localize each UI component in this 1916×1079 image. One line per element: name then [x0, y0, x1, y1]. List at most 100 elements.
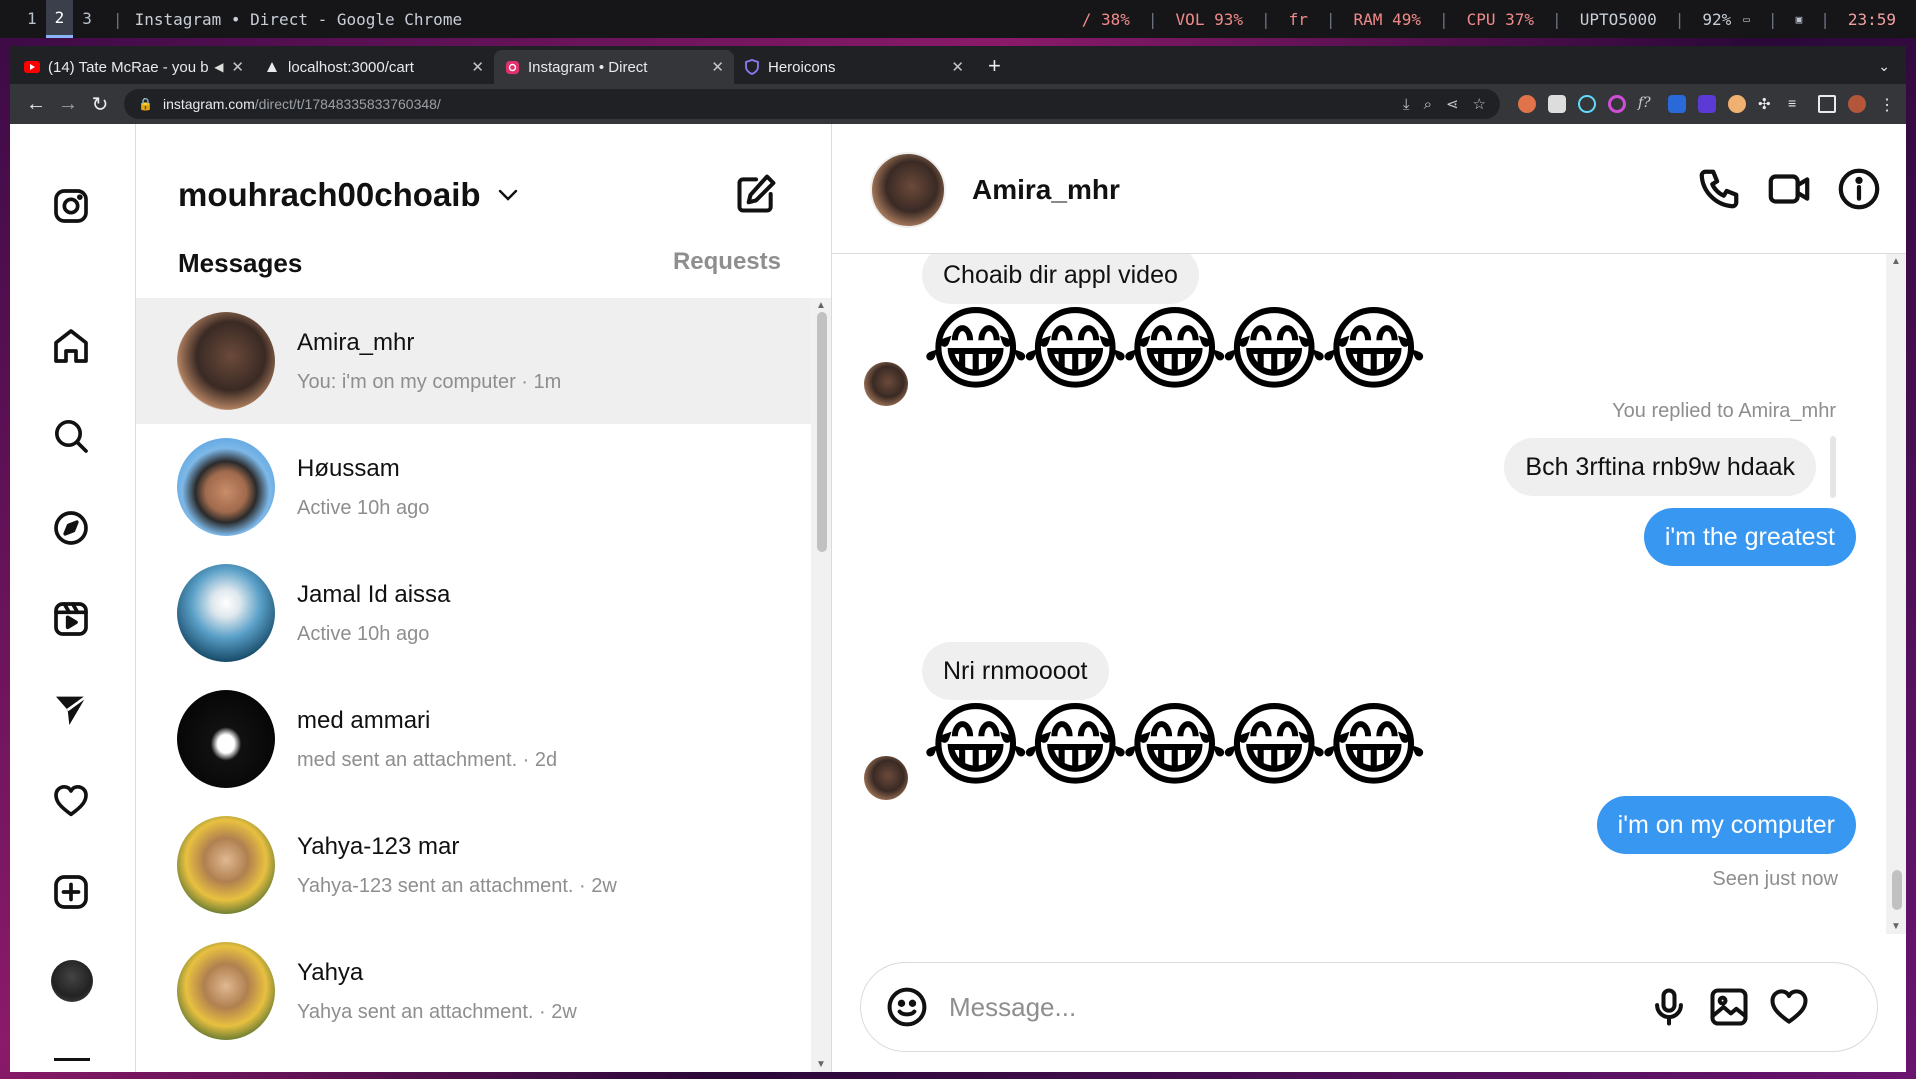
avatar: [177, 312, 275, 410]
info-icon[interactable]: [1836, 166, 1882, 212]
sender-avatar[interactable]: [864, 362, 908, 406]
video-call-icon[interactable]: [1766, 166, 1812, 212]
tab-localhost[interactable]: localhost:3000/cart ✕: [254, 50, 494, 84]
sender-avatar[interactable]: [864, 756, 908, 800]
side-panel-icon[interactable]: [1818, 95, 1836, 113]
browser-chrome: (14) Tate McRae - you b ◀︎ ✕ localhost:3…: [10, 46, 1906, 124]
conversation-item-med[interactable]: med ammari med sent an attachment. · 2d: [136, 676, 812, 802]
share-icon[interactable]: ⋖: [1446, 95, 1459, 113]
more-menu-icon[interactable]: [54, 1058, 90, 1061]
tab-search-chevron-icon[interactable]: ⌄: [1878, 50, 1890, 84]
font-icon[interactable]: f?: [1638, 95, 1656, 113]
instagram-page: mouhrach00choaib Messages Requests Amira…: [10, 124, 1906, 1072]
requests-link[interactable]: Requests: [673, 248, 781, 276]
extension-icon[interactable]: [1518, 95, 1536, 113]
direct-send-icon[interactable]: [49, 688, 93, 732]
keyboard-layout: fr: [1288, 9, 1308, 29]
chat-contact-name[interactable]: Amira_mhr: [972, 174, 1120, 206]
new-tab-button[interactable]: +: [988, 50, 1001, 84]
extension-icon[interactable]: [1728, 95, 1746, 113]
phone-call-icon[interactable]: [1696, 166, 1742, 212]
conversation-name: Jamal Id aissa: [297, 580, 451, 608]
instagram-logo-icon[interactable]: [49, 184, 93, 228]
conversation-item-amira[interactable]: Amira_mhr You: i'm on my computer · 1m: [136, 298, 812, 424]
workspace-2[interactable]: 2: [45, 0, 74, 38]
shield-icon: [744, 59, 760, 75]
system-bar: 1 2 3 | Instagram • Direct - Google Chro…: [0, 0, 1916, 38]
emoji-message[interactable]: 😂😂😂😂😂: [922, 300, 1427, 400]
conversation-scrollbar[interactable]: ▲ ▼: [811, 298, 831, 1072]
react-icon[interactable]: [1578, 95, 1596, 113]
kebab-menu-icon[interactable]: ⋮: [1878, 95, 1896, 114]
explore-compass-icon[interactable]: [49, 506, 93, 550]
speaker-icon[interactable]: ◀︎: [214, 60, 223, 74]
conversation-item-houssam[interactable]: Høussam Active 10h ago: [136, 424, 812, 550]
outgoing-message[interactable]: i'm the greatest: [1643, 508, 1856, 566]
search-icon[interactable]: [49, 414, 93, 458]
tab-heroicons[interactable]: Heroicons ✕: [734, 50, 974, 84]
messages-heading: Messages: [178, 248, 303, 278]
thread-scrollbar[interactable]: ▲ ▼: [1886, 254, 1906, 934]
heart-like-icon[interactable]: [1767, 985, 1811, 1029]
close-tab-icon[interactable]: ✕: [951, 58, 964, 76]
forward-arrow-icon[interactable]: →: [52, 93, 84, 116]
workspace-3[interactable]: 3: [73, 0, 101, 38]
reading-list-icon[interactable]: ≡: [1788, 95, 1806, 113]
scroll-down-icon[interactable]: ▼: [816, 1059, 826, 1070]
install-icon[interactable]: ⤓: [1403, 96, 1410, 113]
back-arrow-icon[interactable]: ←: [20, 93, 52, 116]
volume: VOL 93%: [1175, 9, 1243, 29]
extension-icon[interactable]: [1698, 95, 1716, 113]
conversation-list: Amira_mhr You: i'm on my computer · 1m H…: [136, 298, 812, 1072]
conversation-item-yahya[interactable]: Yahya Yahya sent an attachment. · 2w: [136, 928, 812, 1054]
emoji-picker-icon[interactable]: [885, 985, 929, 1029]
profile-avatar[interactable]: [51, 960, 93, 1002]
scroll-up-icon[interactable]: ▲: [1891, 256, 1901, 267]
inbox-panel: mouhrach00choaib Messages Requests Amira…: [136, 124, 832, 1072]
bookmark-star-icon[interactable]: ☆: [1473, 95, 1486, 113]
reels-icon[interactable]: [49, 597, 93, 641]
chevron-down-icon: [498, 189, 517, 201]
profile-avatar-icon[interactable]: [1848, 95, 1866, 113]
tab-instagram[interactable]: Instagram • Direct ✕: [494, 50, 734, 84]
emoji-message[interactable]: 😂😂😂😂😂: [922, 696, 1427, 796]
zoom-icon[interactable]: ⌕: [1424, 96, 1432, 113]
outgoing-message[interactable]: i'm on my computer: [1596, 796, 1856, 854]
avatar: [177, 816, 275, 914]
scroll-thumb[interactable]: [817, 312, 827, 552]
scroll-down-icon[interactable]: ▼: [1891, 921, 1901, 932]
extension-icon[interactable]: [1548, 95, 1566, 113]
microphone-icon[interactable]: [1647, 985, 1691, 1029]
extension-icon[interactable]: [1668, 95, 1686, 113]
hostname: UPTO5000: [1579, 9, 1657, 29]
message-input[interactable]: [949, 985, 1629, 1029]
close-tab-icon[interactable]: ✕: [231, 58, 244, 76]
new-message-icon[interactable]: [734, 172, 778, 216]
workspace-1[interactable]: 1: [18, 0, 46, 38]
chat-header: Amira_mhr: [832, 124, 1906, 254]
image-upload-icon[interactable]: [1707, 985, 1751, 1029]
close-tab-icon[interactable]: ✕: [471, 58, 484, 76]
conversation-name: Yahya: [297, 958, 364, 986]
heart-notifications-icon[interactable]: [49, 779, 93, 823]
scroll-up-icon[interactable]: ▲: [816, 300, 826, 311]
extension-icon[interactable]: [1608, 95, 1626, 113]
address-bar[interactable]: 🔒 instagram.com/direct/t/178483358337603…: [124, 89, 1500, 119]
left-nav: [10, 124, 136, 1072]
reload-icon[interactable]: ↻: [84, 92, 116, 117]
scroll-thumb[interactable]: [1892, 870, 1902, 910]
tab-youtube[interactable]: (14) Tate McRae - you b ◀︎ ✕: [14, 50, 254, 84]
quoted-message[interactable]: Bch 3rftina rnb9w hdaak: [1504, 438, 1816, 496]
youtube-icon: [24, 59, 40, 75]
chat-avatar[interactable]: [870, 152, 946, 228]
puzzle-icon[interactable]: ✣: [1758, 95, 1776, 113]
chat-panel: Amira_mhr Choaib dir appl video 😂😂😂😂😂 Yo…: [832, 124, 1906, 1072]
close-tab-icon[interactable]: ✕: [711, 58, 724, 76]
create-plus-icon[interactable]: [49, 870, 93, 914]
conversation-item-jamal[interactable]: Jamal Id aissa Active 10h ago: [136, 550, 812, 676]
home-icon[interactable]: [49, 324, 93, 368]
avatar: [177, 942, 275, 1040]
conversation-preview: Yahya sent an attachment. · 2w: [297, 1000, 577, 1023]
account-switcher[interactable]: mouhrach00choaib: [178, 176, 519, 214]
conversation-item-yahya-123[interactable]: Yahya-123 mar Yahya-123 sent an attachme…: [136, 802, 812, 928]
